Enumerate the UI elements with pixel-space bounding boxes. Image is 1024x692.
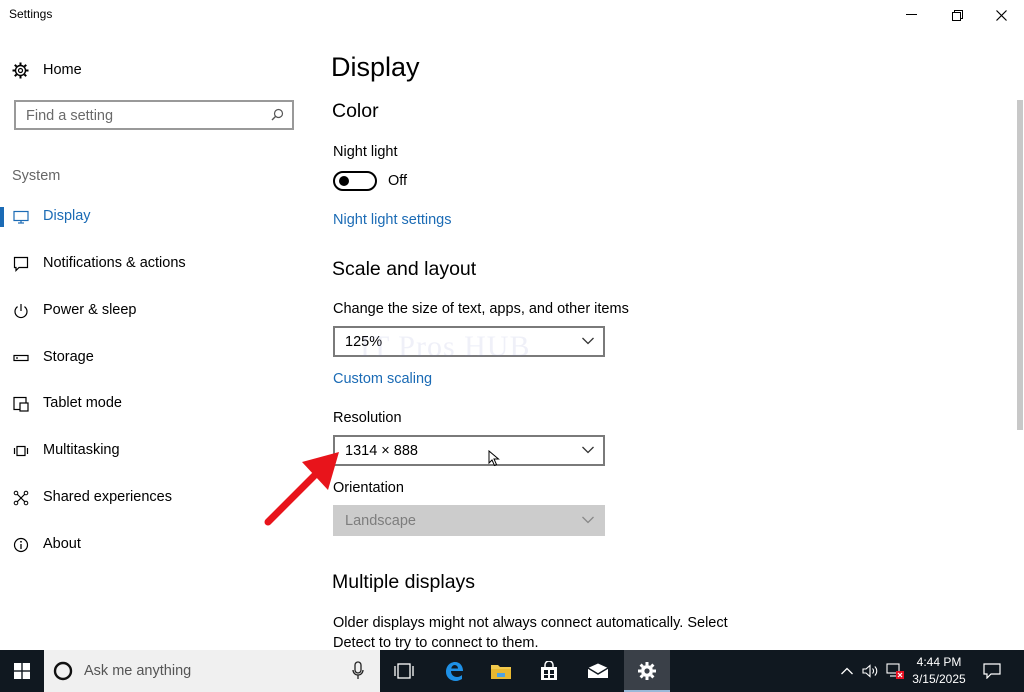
minimize-button[interactable]: [888, 0, 934, 30]
taskbar-search-input[interactable]: [84, 661, 334, 681]
action-center-button[interactable]: [978, 650, 1006, 692]
clock-date: 3/15/2025: [912, 672, 966, 686]
scrollbar[interactable]: [1017, 100, 1023, 430]
monitor-icon: [13, 210, 29, 224]
gear-icon: [12, 62, 29, 78]
window-title: Settings: [9, 7, 53, 21]
resolution-label: Resolution: [333, 410, 402, 426]
section-label-system: System: [12, 168, 61, 184]
mail-icon: [587, 663, 609, 678]
sidebar-item-label: Power & sleep: [43, 302, 137, 318]
night-light-settings-link[interactable]: Night light settings: [333, 212, 451, 228]
resolution-value: 1314 × 888: [345, 443, 418, 459]
action-center-icon: [983, 663, 1001, 679]
resolution-dropdown[interactable]: 1314 × 888: [333, 435, 605, 466]
scale-label: Change the size of text, apps, and other…: [333, 301, 629, 317]
mouse-cursor-icon: [488, 450, 500, 467]
network-button[interactable]: [884, 650, 906, 692]
scale-dropdown[interactable]: 125%: [333, 326, 605, 357]
orientation-dropdown[interactable]: Landscape: [333, 505, 605, 536]
main-content: Display Color Night light Off Night ligh…: [310, 30, 1010, 651]
night-light-label: Night light: [333, 144, 398, 160]
taskbar-search-box[interactable]: [44, 650, 380, 692]
active-indicator: [0, 207, 4, 227]
cortana-icon: [53, 661, 73, 681]
orientation-value: Landscape: [345, 513, 416, 529]
home-nav-item[interactable]: Home: [12, 60, 82, 80]
tablet-mode-icon: [13, 396, 29, 412]
settings-gear-icon: [638, 662, 656, 680]
chevron-down-icon: [582, 516, 594, 524]
show-hidden-icons-button[interactable]: [838, 650, 856, 692]
multitasking-icon: [13, 445, 29, 457]
chevron-down-icon: [582, 446, 594, 454]
multiple-displays-description: Older displays might not always connect …: [333, 615, 728, 651]
annotation-arrow-icon: [264, 452, 339, 526]
store-icon: [541, 661, 557, 680]
edge-taskbar-button[interactable]: [431, 650, 477, 692]
network-disconnected-icon: [886, 663, 904, 679]
shared-experiences-icon: [13, 490, 29, 506]
task-view-icon: [394, 663, 414, 679]
title-bar: Settings: [0, 0, 1024, 30]
microphone-icon[interactable]: [352, 661, 364, 681]
sidebar-item-label: Notifications & actions: [43, 255, 186, 271]
search-icon: [271, 108, 284, 121]
sidebar-item-label: Multitasking: [43, 442, 120, 458]
mail-taskbar-button[interactable]: [575, 650, 621, 692]
store-taskbar-button[interactable]: [526, 650, 572, 692]
sidebar-item-label: Display: [43, 208, 91, 224]
taskbar: 4:44 PM 3/15/2025: [0, 650, 1024, 692]
custom-scaling-link[interactable]: Custom scaling: [333, 371, 432, 387]
page-title: Display: [331, 52, 420, 82]
home-label: Home: [43, 62, 82, 78]
minimize-icon: [905, 14, 917, 15]
task-view-button[interactable]: [381, 650, 427, 692]
sidebar-item-label: Tablet mode: [43, 395, 122, 411]
orientation-label: Orientation: [333, 480, 404, 496]
close-icon: [995, 9, 1007, 21]
sidebar-item-about[interactable]: About: [0, 528, 310, 562]
sidebar-item-tablet-mode[interactable]: Tablet mode: [0, 387, 310, 421]
edge-icon: [446, 662, 463, 681]
volume-icon: [862, 664, 878, 678]
chevron-down-icon: [582, 337, 594, 345]
notification-icon: [13, 256, 29, 272]
sidebar-item-notifications[interactable]: Notifications & actions: [0, 247, 310, 281]
multiple-displays-heading: Multiple displays: [332, 571, 476, 593]
sidebar-item-storage[interactable]: Storage: [0, 341, 310, 375]
settings-taskbar-button[interactable]: [624, 650, 670, 692]
close-button[interactable]: [978, 0, 1024, 30]
info-icon: [13, 537, 29, 553]
night-light-toggle[interactable]: [333, 171, 377, 191]
restore-button[interactable]: [934, 0, 980, 30]
sidebar-item-display[interactable]: Display: [0, 200, 310, 234]
taskbar-clock[interactable]: 4:44 PM 3/15/2025: [905, 654, 973, 688]
sidebar-item-power-sleep[interactable]: Power & sleep: [0, 294, 310, 328]
storage-icon: [13, 354, 29, 362]
chevron-up-icon: [841, 667, 853, 675]
find-setting-input[interactable]: [26, 106, 266, 126]
toggle-knob: [339, 176, 349, 186]
color-heading: Color: [332, 100, 379, 122]
sidebar-item-label: Shared experiences: [43, 489, 172, 505]
scale-value: 125%: [345, 334, 383, 350]
find-setting-search-box[interactable]: [14, 100, 294, 130]
sidebar-item-label: About: [43, 536, 81, 552]
night-light-state: Off: [388, 173, 408, 189]
sidebar-item-label: Storage: [43, 349, 94, 365]
windows-logo-icon: [14, 663, 30, 679]
restore-icon: [951, 9, 963, 21]
start-button[interactable]: [0, 650, 44, 692]
clock-time: 4:44 PM: [916, 655, 962, 669]
sidebar: Home System Display Notifications & acti…: [0, 30, 310, 650]
volume-button[interactable]: [860, 650, 882, 692]
folder-icon: [491, 665, 511, 679]
power-icon: [14, 304, 28, 319]
scale-layout-heading: Scale and layout: [332, 258, 477, 280]
file-explorer-taskbar-button[interactable]: [478, 650, 524, 692]
